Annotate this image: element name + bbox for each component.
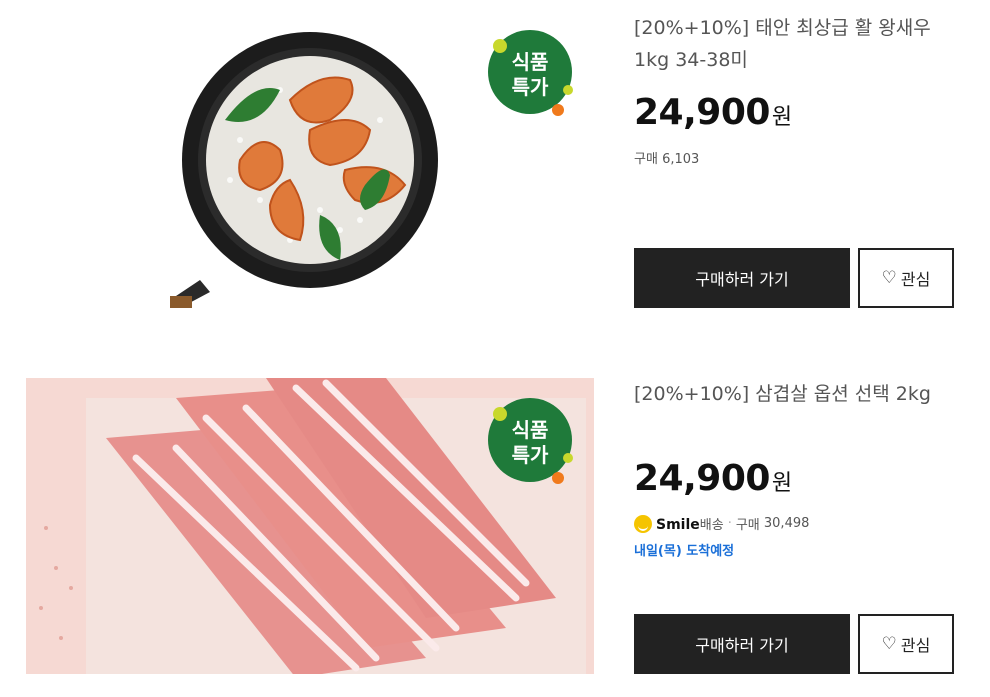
price-unit: 원 — [771, 105, 792, 130]
product-title[interactable]: [20%+10%] 태안 최상급 활 왕새우 1kg 34-38미 — [634, 12, 964, 76]
purchase-label: 구매 — [735, 518, 760, 533]
price-value: 24,900 — [634, 458, 770, 499]
badge-line2: 특가 — [512, 75, 549, 99]
price-value: 24,900 — [634, 92, 770, 133]
smile-delivery-icon — [634, 514, 652, 533]
delivery-meta: Smile배송 · 구매 30,498 — [634, 514, 809, 533]
wish-label: 관심 — [900, 636, 931, 655]
food-special-badge: 식품 특가 — [486, 28, 576, 118]
product-card: 식품 특가 [20%+10%] 태안 최상급 활 왕새우 1kg 34-38미 … — [0, 0, 990, 330]
badge-line2: 특가 — [512, 443, 549, 467]
purchase-count: 구매 6,103 — [634, 148, 699, 167]
price-unit: 원 — [771, 471, 792, 496]
product-title[interactable]: [20%+10%] 삼겹살 옵션 선택 2kg — [634, 378, 964, 410]
product-card: 식품 특가 [20%+10%] 삼겹살 옵션 선택 2kg 24,900원 Sm… — [0, 360, 990, 697]
wish-button[interactable]: ♡ 관심 — [858, 248, 954, 308]
purchase-count-value: 6,103 — [662, 152, 700, 167]
purchase-label: 구매 — [634, 152, 658, 167]
separator: · — [727, 516, 732, 531]
badge-line1: 식품 — [512, 418, 549, 442]
heart-outline-icon: ♡ — [881, 634, 897, 654]
product-price: 24,900원 — [634, 458, 792, 499]
product-price: 24,900원 — [634, 92, 792, 133]
delivery-eta: 내일(목) 도착예정 — [634, 544, 735, 559]
food-special-badge: 식품 특가 — [486, 396, 576, 486]
buy-button[interactable]: 구매하러 가기 — [634, 614, 850, 674]
purchase-count-value: 30,498 — [763, 516, 810, 531]
buy-button[interactable]: 구매하러 가기 — [634, 248, 850, 308]
wish-button[interactable]: ♡ 관심 — [858, 614, 954, 674]
badge-line1: 식품 — [512, 50, 549, 74]
heart-outline-icon: ♡ — [881, 268, 897, 288]
smile-delivery-label: Smile배송 — [656, 517, 724, 533]
wish-label: 관심 — [900, 270, 931, 289]
